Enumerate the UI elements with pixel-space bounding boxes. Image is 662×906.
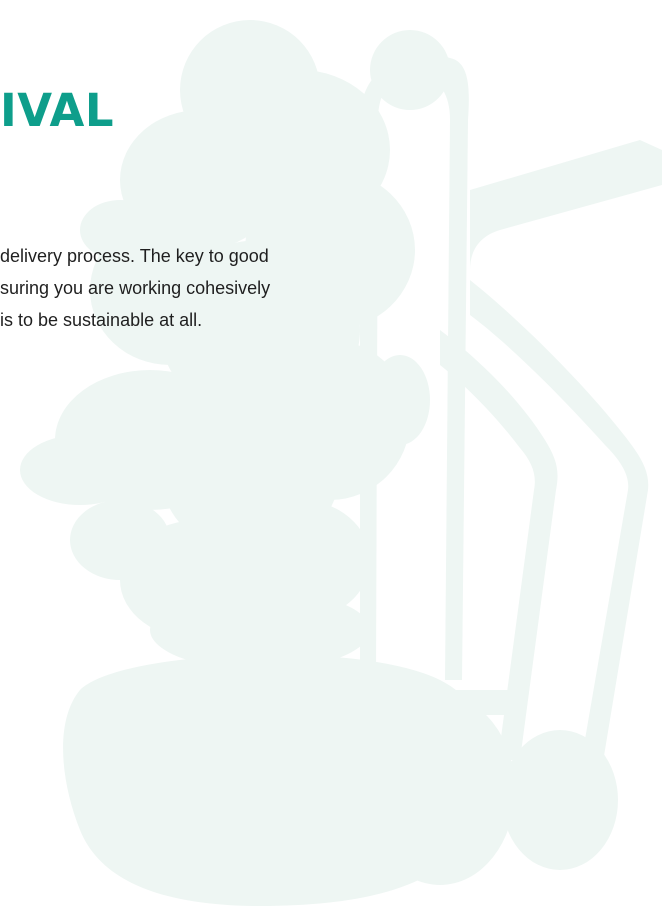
potted-plant-silhouette [20,20,487,906]
page-title: IVAL [0,84,115,137]
intro-paragraph: delivery process. The key to good suring… [0,240,370,336]
paragraph-line: is to be sustainable at all. [0,310,203,330]
paragraph-line: delivery process. The key to good [0,246,269,266]
page: IVAL delivery process. The key to good s… [0,0,662,906]
paragraph-line: suring you are working cohesively [0,278,271,298]
